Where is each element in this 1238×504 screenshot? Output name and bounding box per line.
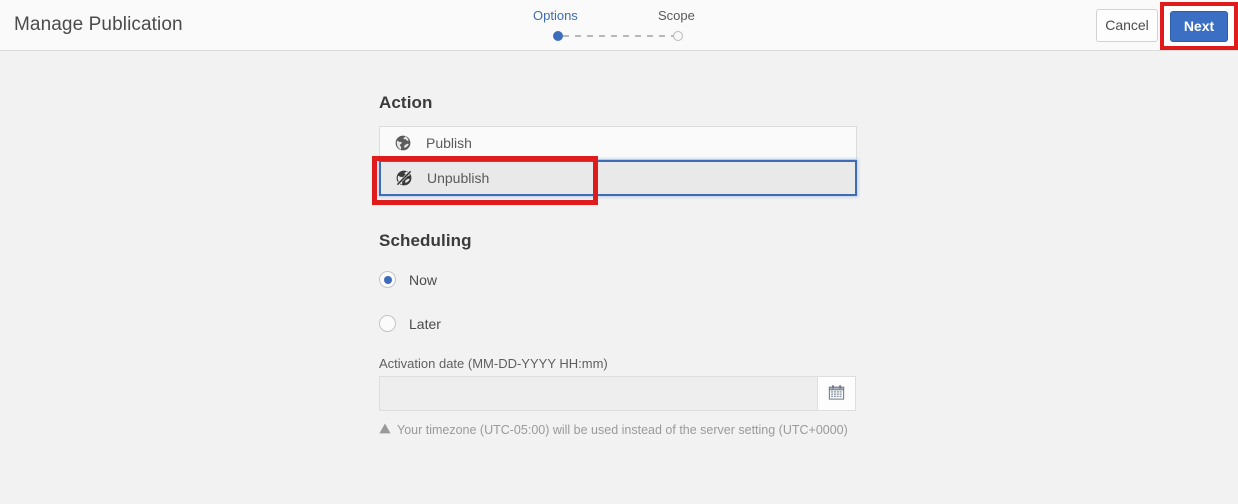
action-option-label: Unpublish [427, 170, 490, 186]
stepper-connector-line [563, 35, 679, 37]
activation-date-label: Activation date (MM-DD-YYYY HH:mm) [379, 356, 608, 371]
globe-icon [394, 134, 412, 152]
radio-now-input[interactable] [379, 271, 396, 288]
radio-now-label: Now [409, 271, 438, 288]
action-option-unpublish[interactable]: Unpublish [379, 160, 857, 196]
stepper-dot-options[interactable] [553, 31, 563, 41]
stepper-dot-scope[interactable] [673, 31, 683, 41]
timezone-note-text: Your timezone (UTC-05:00) will be used i… [397, 423, 848, 437]
action-section-heading: Action [379, 93, 433, 112]
page-title: Manage Publication [14, 14, 183, 35]
radio-later-input[interactable] [379, 315, 396, 332]
action-option-label: Publish [426, 135, 472, 151]
next-button-highlight: Next [1160, 2, 1238, 50]
activation-date-row [379, 376, 856, 411]
next-button[interactable]: Next [1170, 11, 1228, 42]
activation-date-input[interactable] [379, 376, 817, 411]
app-header: Manage Publication Options Scope Cancel … [0, 0, 1238, 51]
wizard-stepper: Options Scope [500, 8, 740, 44]
radio-option-now[interactable]: Now [379, 271, 437, 288]
radio-option-later[interactable]: Later [379, 315, 441, 332]
radio-later-label: Later [409, 315, 441, 332]
warning-icon [379, 423, 391, 437]
action-option-publish[interactable]: Publish [379, 126, 857, 160]
step-label-options[interactable]: Options [533, 8, 578, 23]
cancel-button[interactable]: Cancel [1096, 9, 1158, 42]
timezone-note: Your timezone (UTC-05:00) will be used i… [379, 423, 848, 437]
action-option-list: Publish Unpublish [379, 126, 857, 196]
calendar-picker-button[interactable] [817, 376, 856, 411]
scheduling-section-heading: Scheduling [379, 231, 472, 250]
step-label-scope[interactable]: Scope [658, 8, 695, 23]
calendar-icon [828, 384, 845, 404]
globe-slash-icon [395, 169, 413, 187]
